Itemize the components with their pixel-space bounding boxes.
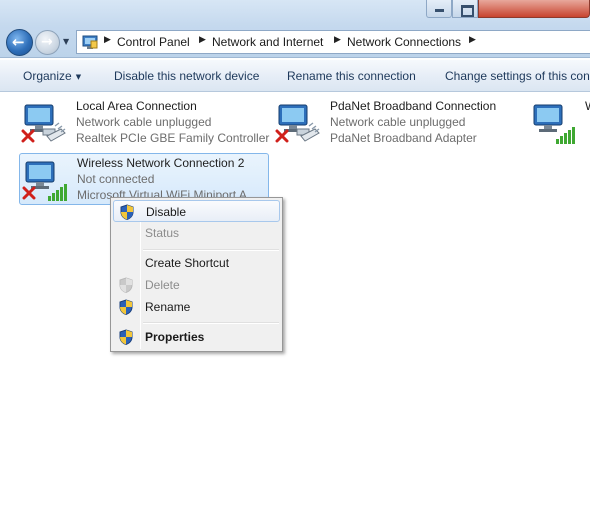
menu-separator	[143, 249, 279, 251]
menu-item-label: Status	[145, 226, 180, 240]
connection-status: Network cable unplugged	[330, 115, 466, 129]
breadcrumb-separator-icon[interactable]: ▶	[469, 35, 476, 45]
window-header: ← → ▼ ▶ Control Panel ▶ Network and Inte…	[0, 0, 590, 58]
menu-item-rename[interactable]: Rename	[113, 296, 280, 318]
minimize-button[interactable]	[426, 0, 452, 18]
menu-separator	[143, 322, 279, 324]
change-settings-button[interactable]: Change settings of this con	[445, 69, 590, 83]
breadcrumb-separator-icon[interactable]: ▶	[334, 35, 341, 45]
back-button[interactable]: ←	[6, 29, 33, 56]
connection-name: W	[585, 99, 590, 113]
connection-name: Local Area Connection	[76, 99, 197, 113]
shield-icon	[119, 329, 133, 345]
error-x-icon	[275, 129, 289, 143]
breadcrumb-network-and-internet[interactable]: Network and Internet	[212, 35, 323, 49]
menu-item-status: Status	[113, 222, 280, 244]
breadcrumb-separator-icon[interactable]: ▶	[199, 35, 206, 45]
shield-icon	[120, 204, 134, 220]
connection-device: PdaNet Broadband Adapter	[330, 131, 477, 145]
menu-item-disable[interactable]: Disable	[113, 200, 280, 222]
menu-item-properties[interactable]: Properties	[113, 326, 280, 348]
shield-icon	[119, 277, 133, 293]
disable-device-button[interactable]: Disable this network device	[114, 69, 259, 83]
organize-label: Organize	[23, 69, 72, 83]
menu-item-label: Disable	[146, 205, 187, 219]
shield-icon	[119, 299, 133, 315]
breadcrumb-control-panel[interactable]: Control Panel	[117, 35, 190, 49]
menu-item-label: Properties	[145, 330, 205, 344]
menu-item-create-shortcut[interactable]: Create Shortcut	[113, 252, 280, 274]
error-x-icon	[22, 186, 36, 200]
chevron-down-icon: ▼	[75, 73, 82, 81]
menu-item-label: Rename	[145, 300, 191, 314]
arrow-right-icon: →	[41, 34, 53, 50]
connection-pdanet[interactable]: PdaNet Broadband Connection Network cabl…	[273, 97, 521, 149]
menu-item-label: Delete	[145, 278, 180, 292]
menu-item-label: Create Shortcut	[145, 256, 230, 270]
maximize-button[interactable]	[452, 0, 478, 18]
context-menu: Disable Status Create Shortcut Delete Re…	[110, 197, 283, 352]
connection-status: Network cable unplugged	[76, 115, 212, 129]
connection-name: PdaNet Broadband Connection	[330, 99, 497, 113]
recent-pages-dropdown[interactable]: ▼	[63, 37, 69, 46]
close-button[interactable]	[478, 0, 590, 18]
connection-local-area[interactable]: Local Area Connection Network cable unpl…	[19, 97, 270, 149]
connection-wireless[interactable]: W	[528, 97, 590, 149]
connection-name: Wireless Network Connection 2	[77, 156, 245, 170]
connection-status: Not connected	[77, 172, 155, 186]
rename-connection-button[interactable]: Rename this connection	[287, 69, 416, 83]
arrow-left-icon: ←	[12, 33, 25, 51]
command-bar: Organize ▼ Disable this network device Re…	[0, 59, 590, 92]
breadcrumb-network-connections[interactable]: Network Connections	[347, 35, 461, 49]
connection-device: Realtek PCIe GBE Family Controller	[76, 131, 270, 145]
connections-view: Local Area Connection Network cable unpl…	[0, 93, 590, 520]
error-x-icon	[21, 129, 35, 143]
menu-item-delete: Delete	[113, 274, 280, 296]
forward-button[interactable]: →	[35, 30, 60, 55]
breadcrumb-separator-icon[interactable]: ▶	[104, 35, 111, 45]
wireless-network-icon	[533, 104, 575, 144]
address-bar[interactable]: ▶ Control Panel ▶ Network and Internet ▶…	[76, 30, 590, 54]
organize-menu[interactable]: Organize ▼	[23, 69, 81, 83]
control-panel-icon	[82, 35, 98, 49]
